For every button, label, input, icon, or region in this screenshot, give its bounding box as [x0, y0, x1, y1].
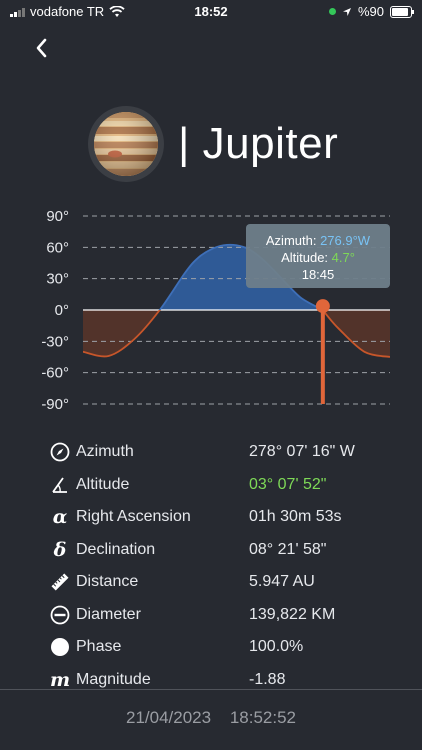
info-value: 08° 21' 58"	[249, 540, 327, 558]
tooltip-time: 18:45	[302, 267, 335, 282]
ruler-icon	[50, 572, 70, 592]
y-tick-label: 0°	[55, 302, 69, 319]
info-value: 5.947 AU	[249, 573, 315, 591]
location-arrow-icon	[342, 7, 351, 16]
info-value: -1.88	[249, 670, 286, 688]
info-row-phase: Phase 100.0%	[50, 631, 410, 664]
divider	[0, 689, 422, 690]
info-label: Right Ascension	[76, 508, 191, 526]
tooltip-altitude: Altitude: 4.7°	[281, 250, 355, 265]
compass-icon	[50, 442, 70, 462]
info-label: Phase	[76, 638, 122, 656]
current-time-bar	[320, 305, 325, 404]
info-row-declination: δ Declination 08° 21' 58"	[50, 534, 410, 567]
y-tick-label: 60°	[46, 239, 69, 256]
y-tick-label: -30°	[41, 333, 69, 350]
info-row-distance: Distance 5.947 AU	[50, 566, 410, 599]
battery-percent: %90	[357, 4, 384, 19]
info-value: 01h 30m 53s	[249, 508, 342, 526]
info-row-magnitude: m Magnitude -1.88	[50, 664, 410, 697]
info-label: Declination	[76, 540, 156, 558]
footer-time: 18:52:52	[229, 708, 296, 727]
delta-icon: δ	[53, 538, 67, 561]
back-button[interactable]	[30, 36, 54, 60]
info-value: 03° 07' 52"	[249, 475, 327, 493]
info-label: Diameter	[76, 605, 141, 623]
planet-header: | Jupiter	[88, 104, 338, 184]
info-row-altitude: Altitude 03° 07' 52"	[50, 469, 410, 502]
info-label: Altitude	[76, 475, 130, 493]
info-label: Magnitude	[76, 670, 151, 688]
info-label: Azimuth	[76, 443, 134, 461]
jupiter-image	[88, 106, 164, 182]
info-value: 100.0%	[249, 638, 304, 656]
angle-icon	[50, 475, 70, 495]
diameter-icon	[50, 605, 70, 625]
camera-indicator-icon	[328, 8, 336, 15]
tooltip-azimuth: Azimuth: 276.9°W	[266, 233, 371, 248]
info-value: 139,822 KM	[249, 605, 336, 623]
altitude-chart-svg: 90° 60° 30° 0° -30° -60° -90° Azimuth: 276.9°W A…	[41, 208, 390, 413]
status-bar: vodafone TR 18:52 %90	[0, 0, 422, 24]
page-title: | Jupiter	[178, 119, 339, 168]
info-label: Distance	[76, 573, 139, 591]
y-tick-label: 90°	[46, 208, 69, 225]
info-row-azimuth: Azimuth 278° 07' 16" W	[50, 436, 410, 469]
current-position-marker	[315, 299, 330, 314]
y-tick-label: -90°	[41, 396, 69, 413]
chevron-left-icon	[36, 38, 47, 58]
footer-date: 21/04/2023	[125, 708, 212, 727]
altitude-chart: 90° 60° 30° 0° -30° -60° -90° Azimuth: 276.9°W A…	[0, 200, 422, 420]
status-right: %90	[328, 4, 414, 19]
alpha-icon: α	[52, 506, 68, 529]
info-value: 278° 07' 16" W	[249, 443, 355, 461]
magnitude-icon: m	[49, 668, 71, 691]
y-tick-label: -60°	[41, 365, 69, 382]
info-row-diameter: Diameter 139,822 KM	[50, 599, 410, 632]
battery-icon	[390, 5, 414, 18]
info-row-right-ascension: α Right Ascension 01h 30m 53s	[50, 501, 410, 534]
phase-icon	[50, 637, 70, 657]
footer-datetime[interactable]: 21/04/2023 18:52:52	[0, 708, 422, 728]
y-tick-label: 30°	[46, 271, 69, 288]
info-list: Azimuth 278° 07' 16" W Altitude 03° 07' …	[50, 436, 410, 696]
